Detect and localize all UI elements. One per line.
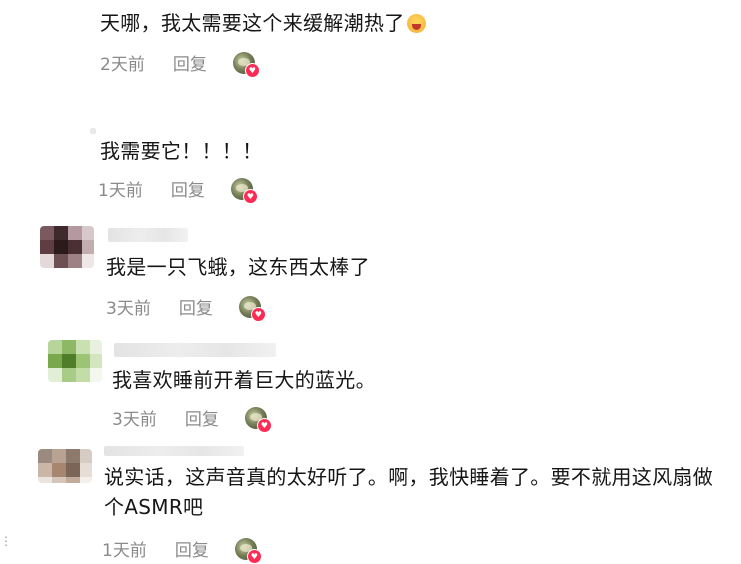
avatar[interactable]: [40, 226, 94, 268]
creator-liked-badge: ♥: [244, 406, 272, 433]
creator-liked-badge: ♥: [230, 177, 258, 204]
creator-liked-badge: ♥: [234, 537, 262, 564]
comment-text: 我喜欢睡前开着巨大的蓝光。: [112, 368, 376, 392]
comment-meta: 3天前 回复 ♥: [106, 294, 266, 322]
comment-timestamp: 3天前: [112, 410, 157, 430]
heart-icon: ♥: [244, 62, 260, 78]
drag-handle-icon[interactable]: ⋮: [0, 534, 12, 548]
comment-text: 我是一只飞蛾，这东西太棒了: [106, 255, 370, 279]
username-blurred[interactable]: [114, 343, 276, 357]
creator-liked-badge: ♥: [232, 51, 260, 78]
blurred-mark: [90, 128, 96, 134]
comment-meta: 3天前 回复 ♥: [112, 405, 272, 433]
heart-icon: ♥: [246, 548, 262, 564]
comment-text-content: 天哪，我太需要这个来缓解潮热了: [100, 11, 405, 35]
heart-icon: ♥: [256, 417, 272, 433]
reply-button[interactable]: 回复: [175, 536, 209, 561]
reply-button[interactable]: 回复: [171, 176, 205, 201]
comment-text: 天哪，我太需要这个来缓解潮热了: [100, 8, 426, 38]
comment-timestamp: 3天前: [106, 299, 151, 319]
comment-meta: 1天前 回复 ♥: [98, 176, 258, 204]
comment-timestamp: 2天前: [100, 55, 145, 75]
comment-meta: 2天前 回复 ♥: [100, 50, 260, 78]
comment-text: 我需要它！！！！: [100, 139, 263, 163]
reply-button[interactable]: 回复: [185, 405, 219, 430]
username-blurred[interactable]: [108, 228, 188, 242]
avatar[interactable]: [38, 449, 92, 483]
reply-button[interactable]: 回复: [179, 294, 213, 319]
comment-timestamp: 1天前: [98, 181, 143, 201]
comment-meta: 1天前 回复 ♥: [102, 536, 262, 564]
hot-face-emoji-icon: [406, 14, 426, 33]
comment-text: 说实话，这声音真的太好听了。啊，我快睡着了。要不就用这风扇做个ASMR吧: [104, 465, 713, 519]
avatar[interactable]: [48, 340, 102, 382]
heart-icon: ♥: [250, 306, 266, 322]
username-blurred[interactable]: [104, 446, 244, 456]
heart-icon: ♥: [242, 188, 258, 204]
reply-button[interactable]: 回复: [173, 50, 207, 75]
creator-liked-badge: ♥: [238, 295, 266, 322]
comment-timestamp: 1天前: [102, 541, 147, 561]
